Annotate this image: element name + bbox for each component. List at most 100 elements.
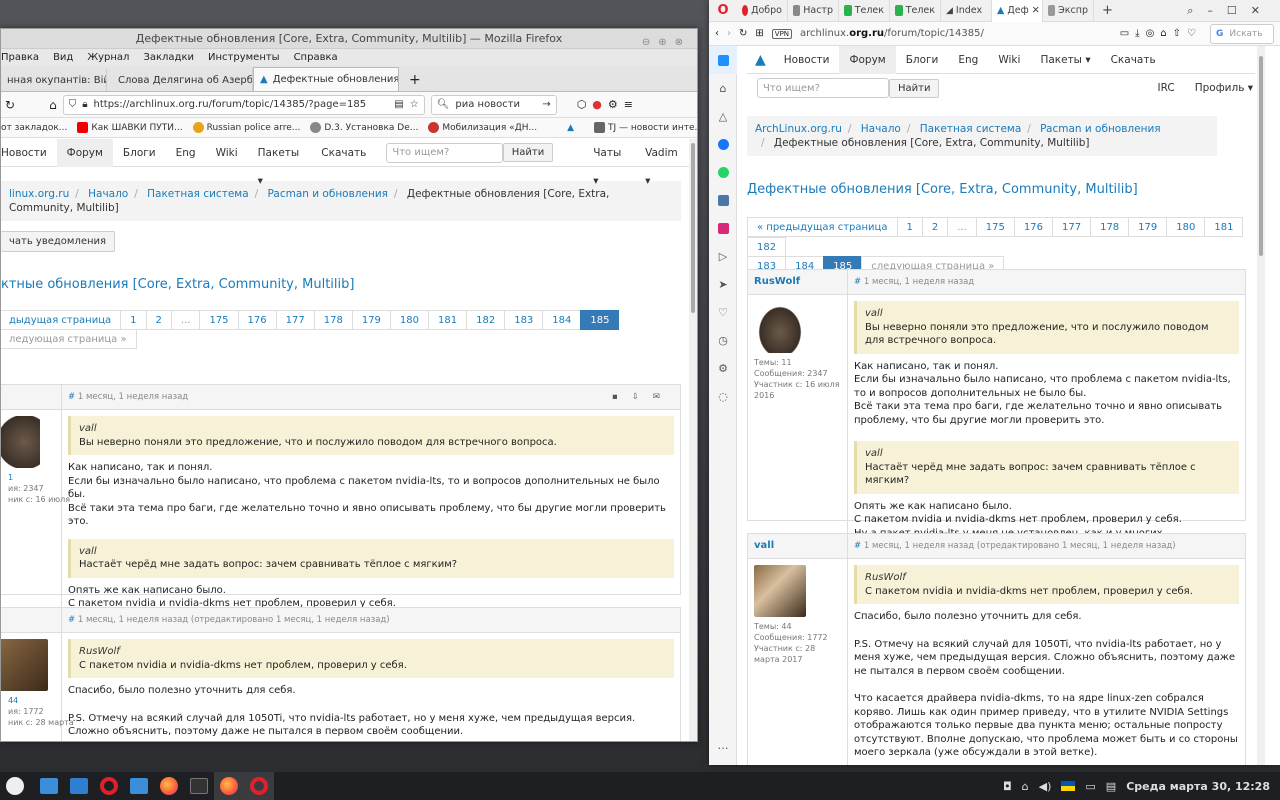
menu-view[interactable]: Вид — [53, 49, 73, 66]
home-grid-icon[interactable]: ⊞ — [755, 28, 763, 39]
tab[interactable]: Добро — [737, 0, 788, 22]
nav-forum[interactable]: Форум — [56, 139, 113, 167]
menu-help[interactable]: Справка — [294, 49, 338, 66]
forward-icon[interactable]: › — [727, 28, 731, 39]
opera-icon[interactable] — [94, 772, 124, 800]
post-author[interactable]: olf — [1, 385, 62, 409]
arrow-right-icon[interactable]: → — [542, 99, 550, 110]
subscribe-button[interactable]: чать уведомления — [1, 231, 116, 252]
user-menu[interactable]: Vadim ▾ — [635, 139, 691, 187]
menu-icon[interactable]: ≡ — [624, 98, 633, 111]
vpn-badge[interactable]: VPN — [771, 28, 793, 39]
menu-edit[interactable]: Правка — [1, 49, 39, 66]
irc-link[interactable]: IRC — [1158, 82, 1175, 94]
nav-forum[interactable]: Форум — [839, 46, 896, 74]
bookmark-icon[interactable]: ⌂ — [709, 74, 737, 102]
nav-eng[interactable]: Eng — [166, 139, 206, 167]
home-icon[interactable]: ⌂ — [49, 98, 57, 112]
clock[interactable]: Среда марта 30, 12:28 — [1126, 780, 1270, 793]
history-icon[interactable]: ◷ — [709, 326, 737, 354]
reader-icon[interactable]: ▤ — [394, 99, 403, 110]
heart-icon[interactable]: ♡ — [709, 298, 737, 326]
avatar[interactable] — [754, 301, 806, 353]
clipboard-icon[interactable]: ▤ — [1106, 780, 1116, 793]
firefox-icon[interactable] — [154, 772, 184, 800]
new-tab-button[interactable]: + — [1094, 3, 1121, 18]
vpn-icon[interactable]: △ — [709, 102, 737, 130]
url-text[interactable]: archlinux.org.ru/forum/topic/14385/ — [800, 28, 1112, 39]
avatar[interactable] — [1, 416, 40, 468]
volume-icon[interactable]: ◀) — [1039, 780, 1052, 793]
send-icon[interactable]: ➤ — [709, 270, 737, 298]
profile-menu[interactable]: Профиль ▾ — [1195, 82, 1253, 94]
folder-icon[interactable] — [64, 772, 94, 800]
scrollbar[interactable] — [1257, 46, 1265, 765]
reload-icon[interactable]: ↻ — [739, 28, 747, 39]
nav-blogs[interactable]: Блоги — [896, 46, 949, 74]
new-tab-button[interactable]: + — [399, 69, 431, 91]
vk-icon[interactable] — [709, 186, 737, 214]
post-author[interactable] — [1, 608, 62, 632]
star-icon[interactable]: ☆ — [410, 99, 419, 110]
tab-3-active[interactable]: ▲ Дефектные обновления [С ✕ — [253, 67, 399, 91]
arch-logo-icon[interactable]: ▲ — [567, 123, 574, 133]
opera-active-icon[interactable] — [244, 772, 274, 800]
search-bar[interactable]: 🔍︎ риа новости → — [430, 94, 557, 115]
player-icon[interactable]: ▷ — [709, 242, 737, 270]
site-search-input[interactable]: Что ищем? — [757, 78, 889, 98]
extension-icon[interactable]: ● — [592, 98, 602, 111]
extension-icon-2[interactable]: ⚙ — [608, 98, 618, 111]
nav-packages[interactable]: Пакеты ▾ — [1030, 46, 1100, 74]
url-bar[interactable]: ⛉ 🔒︎ https://archlinux.org.ru/forum/topi… — [62, 94, 425, 115]
chats-menu[interactable]: Чаты ▾ — [583, 139, 635, 187]
tab-active[interactable]: ▲ Деф ✕ — [992, 0, 1043, 22]
nav-news[interactable]: Новости — [1, 139, 57, 167]
screenshot-icon[interactable]: ◘ — [1003, 780, 1012, 793]
tab[interactable]: Экспр — [1043, 0, 1094, 22]
messenger-icon[interactable] — [709, 130, 737, 158]
window-controls[interactable]: ⌕–☐✕ — [1187, 4, 1280, 18]
bookmark-item[interactable]: TJ — новости инте... — [594, 122, 697, 133]
scrollbar[interactable] — [689, 139, 697, 741]
tab[interactable]: Телек — [839, 0, 890, 22]
file-manager-icon[interactable] — [34, 772, 64, 800]
arch-logo-icon[interactable]: ▲ — [747, 52, 774, 68]
avatar[interactable] — [754, 565, 806, 617]
back-icon[interactable]: ‹ — [715, 28, 719, 39]
find-button[interactable]: Найти — [502, 143, 554, 162]
bookmark-item[interactable]: от закладок... — [1, 123, 67, 133]
speed-dial-icon[interactable] — [709, 46, 737, 74]
nav-download[interactable]: Скачать — [1101, 46, 1166, 74]
tab[interactable]: Телек — [890, 0, 941, 22]
keyboard-layout-icon[interactable] — [1061, 781, 1076, 791]
menu-tools[interactable]: Инструменты — [208, 49, 280, 66]
bookmark-item[interactable]: Как ШАВКИ ПУТИ... — [77, 122, 183, 133]
tab[interactable]: ◢ Index — [941, 0, 992, 22]
pocket-icon[interactable]: ⬡ — [577, 98, 587, 111]
find-button[interactable]: Найти — [889, 78, 940, 98]
post-author[interactable]: RusWolf — [748, 270, 848, 294]
tab[interactable]: Настр — [788, 0, 839, 22]
bookmark-item[interactable]: D.3. Установка De... — [310, 122, 418, 133]
reload-icon[interactable]: ↻ — [5, 98, 15, 112]
settings-icon[interactable]: ⚙ — [709, 354, 737, 382]
bookmark-item[interactable]: Russian police arre... — [192, 122, 300, 133]
bookmark-item[interactable]: Мобилизация «ДН... — [428, 122, 537, 133]
terminal-icon[interactable] — [184, 772, 214, 800]
nav-download[interactable]: Скачать — [311, 139, 376, 167]
window-controls[interactable]: ⊖⊕⊗ — [642, 33, 691, 53]
nav-packages[interactable]: Пакеты ▾ — [248, 139, 312, 187]
post-author[interactable]: vall — [748, 534, 848, 558]
notifications-icon[interactable]: ▭ — [1085, 780, 1095, 793]
whatsapp-icon[interactable] — [709, 158, 737, 186]
nav-blogs[interactable]: Блоги — [113, 139, 166, 167]
nav-eng[interactable]: Eng — [948, 46, 988, 74]
folder-icon[interactable] — [124, 772, 154, 800]
tab-1[interactable]: нная окупантів: Війн ✕ — [1, 69, 107, 91]
nav-wiki[interactable]: Wiki — [988, 46, 1030, 74]
opera-logo-icon[interactable]: O — [709, 3, 737, 18]
menu-bookmarks[interactable]: Закладки — [143, 49, 194, 66]
app-launcher-icon[interactable] — [0, 772, 30, 800]
site-search-input[interactable]: Что ищем? — [386, 142, 503, 163]
more-icon[interactable]: … — [709, 731, 737, 759]
